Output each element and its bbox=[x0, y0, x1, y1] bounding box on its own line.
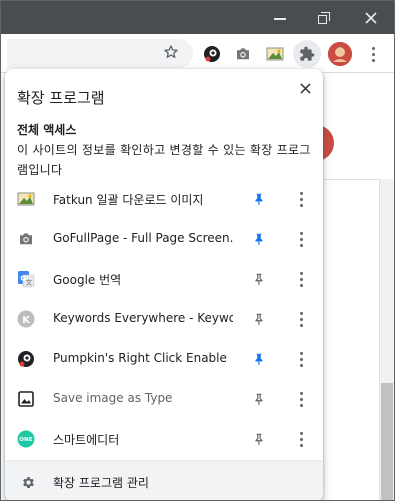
title-bar bbox=[1, 1, 394, 34]
more-vert-icon bbox=[299, 311, 303, 327]
full-access-heading: 전체 액세스 bbox=[17, 123, 77, 137]
smarteditor-icon: ONE bbox=[17, 430, 35, 448]
pin-filled-icon bbox=[255, 353, 263, 365]
extensions-popup: 확장 프로그램 전체 액세스 이 사이트의 정보를 확인하고 변경할 수 있는 … bbox=[5, 69, 323, 500]
pin-button[interactable] bbox=[249, 349, 269, 369]
fatkun-icon bbox=[266, 47, 284, 61]
pin-outline-icon bbox=[255, 313, 263, 325]
gofullpage-extension-button[interactable] bbox=[231, 42, 255, 66]
svg-text:ONE: ONE bbox=[19, 437, 32, 443]
extension-list: Fatkun 일괄 다운로드 이미지 GoFullPage - Full Pag… bbox=[5, 179, 323, 459]
more-vert-icon bbox=[299, 431, 303, 447]
extension-row-pumpkin[interactable]: Pumpkin's Right Click Enable bbox=[5, 339, 323, 379]
keywords-everywhere-icon: K bbox=[17, 310, 35, 328]
extension-name: Google 번역 bbox=[53, 273, 122, 287]
page-divider bbox=[322, 179, 379, 180]
pumpkin-icon bbox=[17, 350, 35, 368]
popup-title: 확장 프로그램 bbox=[17, 89, 105, 107]
extension-name: 스마트에디터 bbox=[53, 433, 120, 447]
browser-menu-button[interactable] bbox=[361, 42, 385, 66]
extension-name: Save image as Type bbox=[53, 391, 173, 405]
extension-row-smarteditor[interactable]: ONE 스마트에디터 bbox=[5, 419, 323, 459]
fatkun-extension-button[interactable] bbox=[263, 42, 287, 66]
browser-window: 확장 프로그램 전체 액세스 이 사이트의 정보를 확인하고 변경할 수 있는 … bbox=[0, 0, 395, 501]
restore-icon bbox=[318, 11, 330, 24]
more-vert-icon bbox=[299, 351, 303, 367]
camera-icon bbox=[237, 48, 249, 60]
browser-toolbar bbox=[1, 34, 394, 73]
pin-button[interactable] bbox=[249, 189, 269, 209]
fatkun-icon bbox=[17, 190, 35, 208]
extension-more-button[interactable] bbox=[291, 309, 311, 329]
extensions-button[interactable] bbox=[293, 40, 321, 68]
svg-text:K: K bbox=[22, 315, 31, 326]
extension-more-button[interactable] bbox=[291, 389, 311, 409]
extension-row-keywords-everywhere[interactable]: K Keywords Everywhere - Keywo... bbox=[5, 299, 323, 339]
close-icon bbox=[365, 11, 377, 24]
extension-more-button[interactable] bbox=[291, 229, 311, 249]
more-vert-icon bbox=[299, 191, 303, 207]
pumpkin-icon bbox=[204, 46, 220, 62]
minimize-button[interactable] bbox=[260, 1, 300, 34]
pin-button[interactable] bbox=[249, 229, 269, 249]
extension-name: Fatkun 일괄 다운로드 이미지 bbox=[53, 193, 204, 207]
profile-avatar[interactable] bbox=[328, 42, 352, 66]
puzzle-icon bbox=[300, 46, 315, 61]
more-vert-icon bbox=[299, 391, 303, 407]
avatar-icon bbox=[328, 42, 352, 66]
bookmark-star-button[interactable] bbox=[159, 40, 183, 64]
extension-row-gofullpage[interactable]: GoFullPage - Full Page Screen... bbox=[5, 219, 323, 259]
gear-icon bbox=[19, 473, 37, 491]
pumpkin-extension-button[interactable] bbox=[200, 42, 224, 66]
extension-more-button[interactable] bbox=[291, 269, 311, 289]
more-vert-icon bbox=[299, 231, 303, 247]
restore-button[interactable] bbox=[304, 1, 344, 34]
scrollbar-thumb[interactable] bbox=[381, 383, 393, 500]
extension-more-button[interactable] bbox=[291, 429, 311, 449]
pin-filled-icon bbox=[255, 233, 263, 245]
extension-more-button[interactable] bbox=[291, 189, 311, 209]
manage-extensions-button[interactable]: 확장 프로그램 관리 bbox=[5, 460, 323, 500]
svg-text:文: 文 bbox=[26, 278, 33, 287]
popup-close-button[interactable] bbox=[293, 76, 317, 100]
minimize-icon bbox=[274, 17, 286, 20]
pin-outline-icon bbox=[255, 273, 263, 285]
extension-name: Keywords Everywhere - Keywo... bbox=[53, 311, 233, 325]
close-window-button[interactable] bbox=[351, 1, 391, 34]
pin-button[interactable] bbox=[249, 269, 269, 289]
extension-name: GoFullPage - Full Page Screen... bbox=[53, 231, 233, 245]
pin-outline-icon bbox=[255, 433, 263, 445]
extension-row-google-translate[interactable]: G文 Google 번역 bbox=[5, 259, 323, 299]
pin-filled-icon bbox=[255, 193, 263, 205]
image-icon bbox=[17, 390, 35, 408]
extension-row-save-image-as-type[interactable]: Save image as Type bbox=[5, 379, 323, 419]
manage-extensions-label: 확장 프로그램 관리 bbox=[53, 476, 149, 490]
pin-button[interactable] bbox=[249, 389, 269, 409]
full-access-description: 이 사이트의 정보를 확인하고 변경할 수 있는 확장 프로그램입니다 bbox=[17, 143, 311, 177]
pin-button[interactable] bbox=[249, 309, 269, 329]
more-vert-icon bbox=[371, 46, 375, 62]
star-icon bbox=[164, 45, 178, 58]
camera-icon bbox=[17, 230, 35, 248]
pin-outline-icon bbox=[255, 393, 263, 405]
extension-row-fatkun[interactable]: Fatkun 일괄 다운로드 이미지 bbox=[5, 179, 323, 219]
more-vert-icon bbox=[299, 271, 303, 287]
pin-button[interactable] bbox=[249, 429, 269, 449]
extension-more-button[interactable] bbox=[291, 349, 311, 369]
google-translate-icon: G文 bbox=[17, 270, 35, 288]
close-icon bbox=[299, 82, 311, 94]
extension-name: Pumpkin's Right Click Enable bbox=[53, 351, 227, 365]
